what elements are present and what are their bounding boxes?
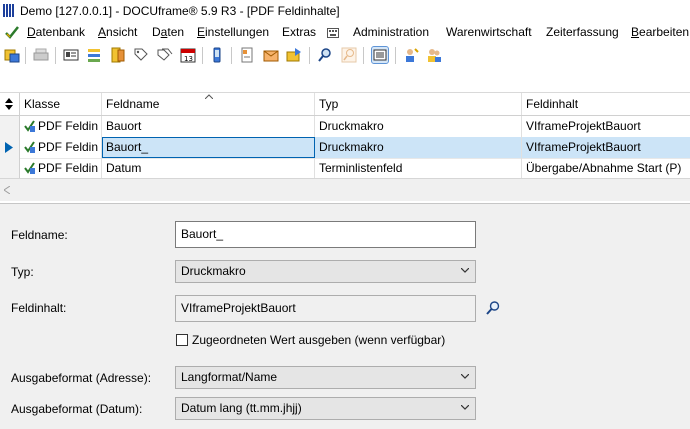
cell-feldinhalt: VIframeProjektBauort — [526, 119, 641, 133]
database-open-icon[interactable] — [4, 47, 20, 63]
menu-extras[interactable]: Extras — [282, 25, 316, 39]
scroll-left-icon[interactable] — [4, 186, 10, 194]
toolbar-separator — [363, 47, 364, 64]
table-row[interactable]: PDF Feldin Bauort Druckmakro VIframeProj… — [0, 116, 690, 138]
sort-icon — [5, 98, 13, 110]
menu-warenwirtschaft[interactable]: Warenwirtschaft — [446, 25, 532, 39]
cell-feldname: Datum — [102, 158, 315, 179]
sort-ascending-icon — [205, 94, 213, 99]
document-icon[interactable] — [239, 47, 255, 63]
export-icon[interactable] — [286, 47, 302, 63]
feldinhalt-input[interactable]: VIframeProjektBauort — [175, 295, 476, 322]
menu-datenbank[interactable]: Datenbank — [27, 25, 85, 39]
mail-folder-icon[interactable] — [263, 47, 279, 63]
toolbar-separator — [309, 47, 310, 64]
ausgabeformat-datum-select[interactable]: Datum lang (tt.mm.jhjj) — [175, 397, 476, 420]
row-header[interactable] — [0, 137, 20, 158]
menu-bar: Datenbank Ansicht Daten Einstellungen Ex… — [0, 22, 690, 43]
card-icon[interactable] — [63, 47, 79, 63]
tag-icon[interactable] — [133, 47, 149, 63]
typ-select[interactable]: Druckmakro — [175, 260, 476, 283]
app-icon — [3, 4, 15, 17]
column-header-feldinhalt[interactable]: Feldinhalt — [522, 93, 690, 115]
pdf-field-icon — [24, 120, 35, 132]
adresse-select-value: Langformat/Name — [181, 370, 278, 384]
menu-einstellungen[interactable]: Einstellungen — [197, 25, 269, 39]
toolbar-separator — [231, 47, 232, 64]
toolbar: 13 — [0, 43, 690, 68]
toolbar-separator — [202, 47, 203, 64]
user-icon[interactable] — [403, 47, 419, 63]
print-icon[interactable] — [33, 47, 49, 63]
window-title: Demo [127.0.0.1] - DOCUframe® 5.9 R3 - [… — [20, 4, 340, 18]
table-row[interactable]: PDF Feldin Datum Terminlistenfeld Überga… — [0, 158, 690, 180]
table-row-selected[interactable]: PDF Feldin Bauort_ Druckmakro VIframePro… — [0, 137, 690, 159]
cell-feldinhalt: VIframeProjektBauort — [526, 140, 641, 154]
phone-icon[interactable] — [209, 47, 225, 63]
chevron-down-icon — [461, 405, 469, 410]
cell-feldname[interactable]: Bauort_ — [102, 137, 315, 158]
search-icon[interactable] — [317, 47, 333, 63]
sort-all-button[interactable] — [0, 93, 20, 115]
column-header-typ[interactable]: Typ — [315, 93, 522, 115]
folder-icon[interactable] — [110, 47, 126, 63]
users-icon[interactable] — [426, 47, 442, 63]
menu-ansicht[interactable]: Ansicht — [98, 25, 137, 39]
zugeordneten-wert-checkbox[interactable] — [176, 334, 188, 346]
ausgabeformat-adresse-select[interactable]: Langformat/Name — [175, 366, 476, 389]
toolbar-separator — [55, 47, 56, 64]
detail-form: Feldname: Bauort_ Typ: Druckmakro Feldin… — [0, 209, 690, 429]
cell-klasse: PDF Feldin — [20, 137, 102, 158]
datum-select-value: Datum lang (tt.mm.jhjj) — [181, 401, 302, 415]
toolbar-separator — [395, 47, 396, 64]
feldname-input[interactable]: Bauort_ — [175, 221, 476, 248]
cell-feldname: Bauort — [102, 116, 315, 137]
data-grid: Klasse Feldname Typ Feldinhalt PDF Feldi… — [0, 92, 690, 181]
menu-zeiterfassung[interactable]: Zeiterfassung — [546, 25, 619, 39]
grid-header: Klasse Feldname Typ Feldinhalt — [0, 93, 690, 116]
form-view-icon[interactable] — [371, 46, 389, 64]
calendar-icon[interactable]: 13 — [180, 47, 196, 63]
zugeordneten-wert-label[interactable]: Zugeordneten Wert ausgeben (wenn verfügb… — [192, 333, 445, 347]
menu-administration[interactable]: Administration — [353, 25, 429, 39]
cell-feldinhalt: Übergabe/Abnahme Start (P) — [526, 161, 682, 175]
search-disabled-icon[interactable] — [341, 47, 357, 63]
feldinhalt-label: Feldinhalt: — [11, 301, 67, 315]
list-icon[interactable] — [86, 47, 102, 63]
title-bar: Demo [127.0.0.1] - DOCUframe® 5.9 R3 - [… — [0, 0, 690, 22]
ausgabeformat-adresse-label: Ausgabeformat (Adresse): — [11, 371, 152, 385]
feldname-label: Feldname: — [11, 228, 68, 242]
cell-typ: Druckmakro — [315, 137, 522, 158]
typ-label: Typ: — [11, 265, 34, 279]
ausgabeformat-datum-label: Ausgabeformat (Datum): — [11, 402, 143, 416]
toolbar-separator — [25, 47, 26, 64]
typ-select-value: Druckmakro — [181, 264, 246, 278]
chevron-down-icon — [461, 268, 469, 273]
cell-typ: Terminlistenfeld — [315, 158, 522, 179]
current-row-arrow-icon — [5, 142, 13, 153]
cell-klasse: PDF Feldin — [20, 116, 102, 137]
tag-double-icon[interactable] — [157, 47, 173, 63]
keyboard-icon[interactable] — [327, 28, 339, 38]
filter-strip — [0, 68, 690, 93]
checkmark-app-icon[interactable] — [4, 25, 20, 40]
horizontal-scrollbar[interactable] — [0, 178, 690, 201]
pdf-field-icon — [24, 141, 35, 153]
cell-klasse: PDF Feldin — [20, 158, 102, 179]
row-header[interactable] — [0, 158, 20, 179]
pdf-field-icon — [24, 162, 35, 174]
search-icon[interactable] — [485, 300, 501, 316]
menu-bearbeiten[interactable]: Bearbeiten — [631, 25, 689, 39]
menu-daten[interactable]: Daten — [152, 25, 184, 39]
chevron-down-icon — [461, 374, 469, 379]
column-header-klasse[interactable]: Klasse — [20, 93, 102, 115]
cell-typ: Druckmakro — [315, 116, 522, 137]
row-header[interactable] — [0, 116, 20, 137]
svg-text:13: 13 — [184, 55, 193, 63]
